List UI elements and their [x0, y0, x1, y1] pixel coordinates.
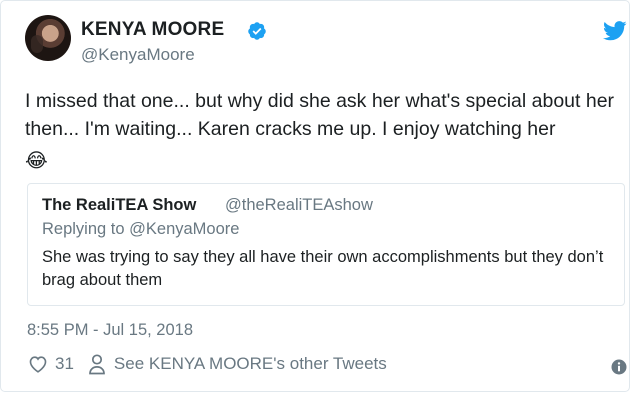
quoted-author-name: The RealiTEA Show — [42, 196, 197, 214]
verified-badge-icon — [248, 22, 266, 40]
tweet-timestamp[interactable]: 8:55 PM - Jul 15, 2018 — [27, 321, 193, 340]
person-icon[interactable] — [88, 353, 106, 375]
author-avatar[interactable] — [25, 15, 71, 61]
heart-icon[interactable] — [27, 353, 49, 375]
quoted-tweet-text: She was trying to say they all have thei… — [42, 248, 604, 289]
author-handle[interactable]: @KenyaMoore — [81, 45, 195, 65]
like-count[interactable]: 31 — [55, 354, 74, 374]
info-icon[interactable] — [611, 359, 627, 375]
tweet-body: I missed that one... but why did she ask… — [25, 90, 615, 140]
quoted-author-handle: @theRealiTEAshow — [225, 196, 373, 214]
twitter-bird-icon[interactable] — [603, 21, 627, 41]
quoted-tweet[interactable]: The RealiTEA Show @theRealiTEAshow Reply… — [27, 183, 625, 306]
tweet-text: I missed that one... but why did she ask… — [25, 87, 615, 172]
see-other-tweets-link[interactable]: See KENYA MOORE's other Tweets — [114, 354, 387, 374]
face-with-tears-of-joy-emoji: 😂 — [25, 150, 48, 172]
tweet-actions: 31 See KENYA MOORE's other Tweets — [27, 353, 387, 375]
author-display-name[interactable]: KENYA MOORE — [81, 19, 224, 41]
quoted-replying-to: Replying to @KenyaMoore — [42, 220, 240, 238]
tweet-card: KENYA MOORE @KenyaMoore I missed that on… — [0, 0, 630, 392]
